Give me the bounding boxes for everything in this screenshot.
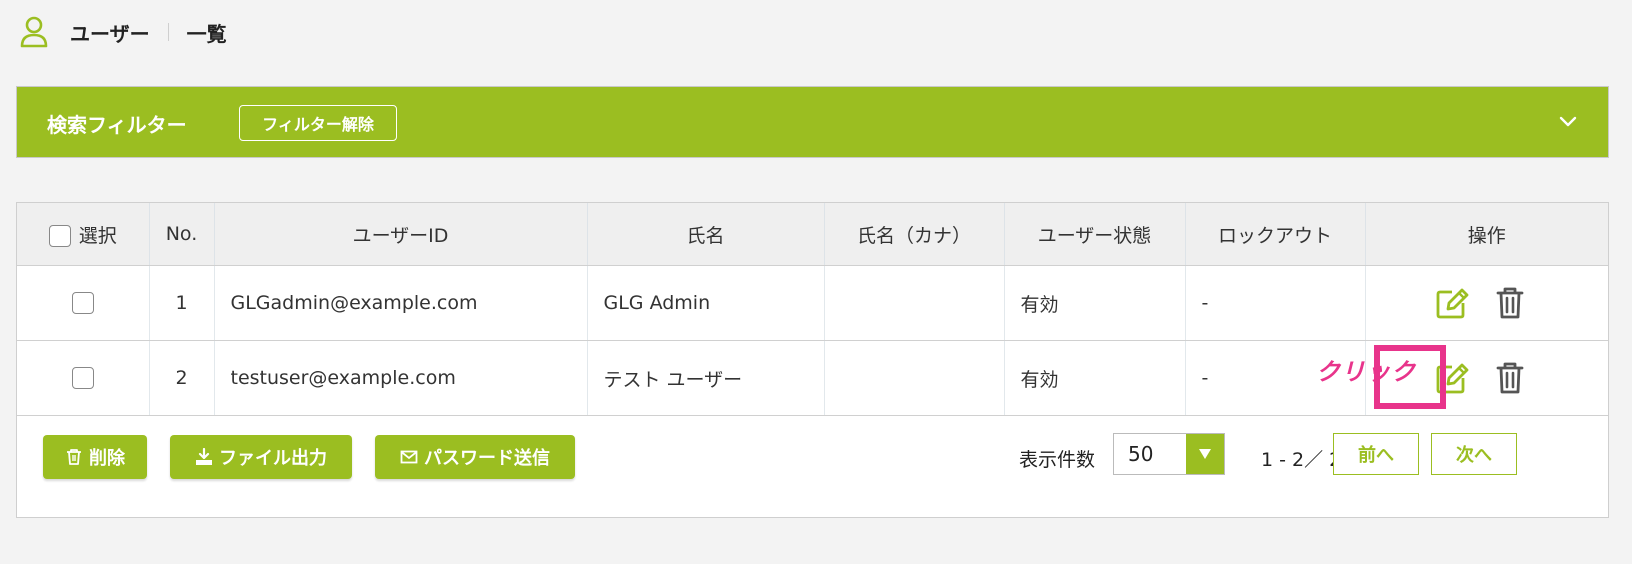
chevron-down-icon[interactable] <box>1558 111 1578 131</box>
page-title: ユーザー <box>70 21 150 46</box>
row-user-id: testuser@example.com <box>214 340 588 416</box>
send-password-button-label: パスワード送信 <box>424 448 550 469</box>
search-filter-bar[interactable]: 検索フィルター フィルター解除 <box>16 86 1609 158</box>
edit-icon[interactable] <box>1434 285 1470 321</box>
delete-button[interactable]: 削除 <box>43 435 147 479</box>
column-header-kana: 氏名（カナ） <box>824 203 1005 266</box>
row-status: 有効 <box>1004 265 1186 341</box>
row-checkbox[interactable] <box>71 292 94 315</box>
row-select-cell <box>17 340 150 416</box>
row-select-cell <box>17 265 150 341</box>
caret-down-icon <box>1199 449 1211 459</box>
row-no: 1 <box>149 265 215 341</box>
page-subtitle: 一覧 <box>186 21 227 46</box>
search-filter-label: 検索フィルター <box>47 113 187 137</box>
dropdown-arrow[interactable] <box>1186 434 1224 474</box>
row-user-id: GLGadmin@example.com <box>214 265 588 341</box>
per-page-select[interactable]: 50 <box>1113 433 1225 475</box>
row-checkbox[interactable] <box>71 367 94 390</box>
trash-icon <box>67 449 81 465</box>
user-icon <box>20 16 48 48</box>
delete-button-label: 削除 <box>89 448 125 469</box>
per-page-value: 50 <box>1128 442 1154 466</box>
table-footer: 削除 ファイル出力 パスワード送信 表示件数 50 1 - 2／ 2 前へ 次へ <box>17 433 1608 495</box>
column-header-select: 選択 <box>17 203 150 266</box>
pagination-range: 1 - 2／ 2 <box>1261 449 1342 471</box>
select-all-checkbox[interactable] <box>48 225 71 247</box>
column-header-user-id: ユーザーID <box>214 203 588 266</box>
trash-icon[interactable] <box>1492 285 1528 321</box>
clear-filter-button[interactable]: フィルター解除 <box>239 105 397 141</box>
edit-icon[interactable] <box>1434 360 1470 396</box>
column-header-no: No. <box>149 203 215 266</box>
row-status: 有効 <box>1004 340 1186 416</box>
column-header-lockout: ロックアウト <box>1185 203 1366 266</box>
row-no: 2 <box>149 340 215 416</box>
prev-page-button[interactable]: 前へ <box>1333 433 1419 475</box>
breadcrumb-separator <box>167 23 169 41</box>
row-actions <box>1365 265 1608 341</box>
trash-icon[interactable] <box>1492 360 1528 396</box>
column-header-name: 氏名 <box>587 203 825 266</box>
row-kana <box>824 265 1005 341</box>
table-row: 1 GLGadmin@example.com GLG Admin 有効 - <box>17 265 1608 341</box>
envelope-icon <box>400 450 418 464</box>
row-lockout: - <box>1185 265 1366 341</box>
export-file-button-label: ファイル出力 <box>219 448 327 469</box>
row-kana <box>824 340 1005 416</box>
download-icon <box>196 448 212 465</box>
row-name: GLG Admin <box>587 265 825 341</box>
row-name: テスト ユーザー <box>587 340 825 416</box>
column-header-status: ユーザー状態 <box>1004 203 1186 266</box>
next-page-button[interactable]: 次へ <box>1431 433 1517 475</box>
per-page-label: 表示件数 <box>1019 449 1096 471</box>
click-annotation: クリック <box>1316 358 1416 386</box>
export-file-button[interactable]: ファイル出力 <box>170 435 352 479</box>
send-password-button[interactable]: パスワード送信 <box>375 435 575 479</box>
table-header-row: 選択 No. ユーザーID 氏名 氏名（カナ） ユーザー状態 ロックアウト 操作 <box>17 203 1608 266</box>
page-header: ユーザー 一覧 <box>20 12 227 52</box>
column-header-actions: 操作 <box>1365 203 1608 266</box>
